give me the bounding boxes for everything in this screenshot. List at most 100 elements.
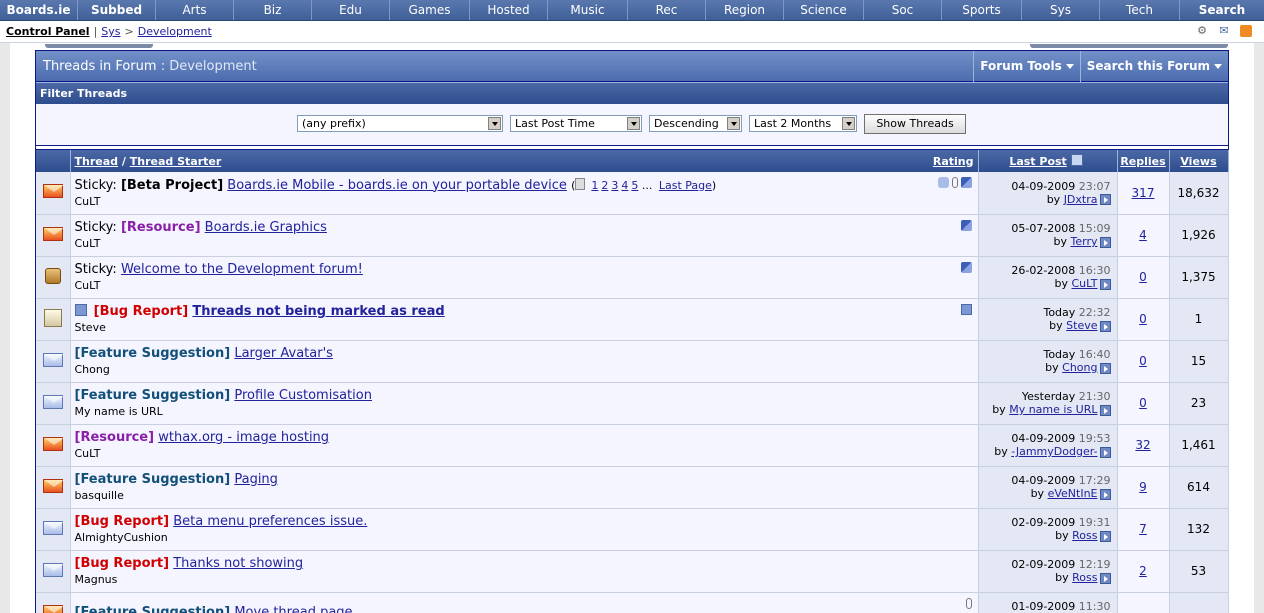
page-link[interactable]: 2: [601, 179, 608, 192]
last-poster-link[interactable]: Ross: [1072, 571, 1097, 584]
breadcrumb-sys-link[interactable]: Sys: [101, 25, 120, 38]
last-poster-link[interactable]: CuLT: [1072, 277, 1098, 290]
go-to-last-post-icon[interactable]: [1099, 530, 1111, 542]
breadcrumb-development-link[interactable]: Development: [138, 25, 212, 38]
thread-title-link[interactable]: Boards.ie Mobile - boards.ie on your por…: [227, 178, 567, 193]
last-poster-link[interactable]: Terry: [1071, 235, 1098, 248]
thread-title-link[interactable]: Move thread page: [234, 605, 352, 613]
replies-link[interactable]: 317: [1132, 186, 1155, 200]
nav-item-boards-ie[interactable]: Boards.ie: [0, 0, 78, 20]
go-to-last-post-icon[interactable]: [1099, 320, 1111, 332]
thread-title-link[interactable]: Boards.ie Graphics: [205, 220, 327, 235]
go-to-last-post-icon[interactable]: [1099, 236, 1111, 248]
replies-link[interactable]: 0: [1139, 396, 1147, 410]
replies-link[interactable]: 0: [1139, 312, 1147, 326]
sort-by-rating-link[interactable]: Rating: [933, 155, 974, 168]
nav-item-biz[interactable]: Biz: [234, 0, 312, 20]
checkbox-icon[interactable]: [74, 304, 87, 316]
nav-item-search[interactable]: Search: [1180, 0, 1264, 20]
last-poster-link[interactable]: Steve: [1066, 319, 1097, 332]
last-poster-link[interactable]: Chong: [1062, 361, 1097, 374]
thread-status-cell: [36, 172, 71, 215]
thread-title-cell: [Feature Suggestion] Larger Avatar's Cho…: [70, 340, 979, 383]
page-link[interactable]: 4: [621, 179, 628, 192]
thread-title-link[interactable]: Threads not being marked as read: [192, 304, 444, 319]
nav-item-arts[interactable]: Arts: [156, 0, 234, 20]
last-post-datetime: 04-09-2009 23:07: [979, 180, 1110, 193]
replies-link[interactable]: 32: [1135, 438, 1150, 452]
rss-icon[interactable]: [1240, 25, 1252, 37]
nav-item-science[interactable]: Science: [784, 0, 864, 20]
nav-item-rec[interactable]: Rec: [628, 0, 706, 20]
sort-by-last-post-link[interactable]: Last Post: [1009, 155, 1067, 168]
sort-by-starter-link[interactable]: Thread Starter: [130, 155, 222, 168]
control-panel-link[interactable]: Control Panel: [6, 25, 90, 38]
last-post-by: by CuLT: [979, 277, 1111, 290]
page-title: Threads in Forum : Development: [36, 59, 973, 74]
range-select[interactable]: Last 2 Months: [749, 115, 857, 132]
go-to-last-post-icon[interactable]: [1099, 278, 1111, 290]
sort-by-views-link[interactable]: Views: [1180, 155, 1216, 168]
go-to-last-post-icon[interactable]: [1099, 362, 1111, 374]
go-to-last-post-icon[interactable]: [1099, 404, 1111, 416]
sort-select[interactable]: Last Post Time: [510, 115, 642, 132]
nav-item-music[interactable]: Music: [548, 0, 628, 20]
thread-badges: [965, 597, 972, 609]
page-link[interactable]: 1: [591, 179, 598, 192]
last-page-link[interactable]: Last Page: [659, 179, 712, 192]
nav-item-edu[interactable]: Edu: [312, 0, 390, 20]
page-link[interactable]: 3: [611, 179, 618, 192]
thread-title-link[interactable]: Larger Avatar's: [234, 346, 333, 361]
checkbox-icon: [960, 303, 972, 315]
show-threads-button[interactable]: Show Threads: [864, 114, 966, 134]
nav-item-soc[interactable]: Soc: [864, 0, 942, 20]
last-post-cell: Today 16:40 by Chong: [978, 340, 1118, 383]
thread-title-link[interactable]: wthax.org - image hosting: [158, 430, 329, 445]
thread-starter: Steve: [74, 321, 106, 334]
gear-icon[interactable]: ⚙: [1196, 25, 1208, 37]
sort-by-thread-link[interactable]: Thread: [75, 155, 119, 168]
nav-item-subbed[interactable]: Subbed: [78, 0, 156, 20]
views-cell: 614: [1169, 466, 1229, 509]
search-forum-menu[interactable]: Search this Forum: [1079, 50, 1228, 82]
nav-item-sys[interactable]: Sys: [1022, 0, 1100, 20]
prefix-select[interactable]: (any prefix): [297, 115, 503, 132]
last-poster-link[interactable]: JDxtra: [1064, 193, 1098, 206]
nav-item-hosted[interactable]: Hosted: [470, 0, 548, 20]
sort-by-replies-link[interactable]: Replies: [1120, 155, 1165, 168]
go-to-last-post-icon[interactable]: [1099, 446, 1111, 458]
thread-title-link[interactable]: Profile Customisation: [234, 388, 372, 403]
chevron-down-icon: [627, 117, 640, 130]
go-to-last-post-icon[interactable]: [1099, 488, 1111, 500]
thread-prefix: [Bug Report]: [74, 514, 170, 529]
replies-link[interactable]: 9: [1139, 480, 1147, 494]
nav-item-games[interactable]: Games: [390, 0, 470, 20]
thread-title-line: Sticky: [Resource] Boards.ie Graphics: [75, 220, 978, 235]
nav-item-tech[interactable]: Tech: [1100, 0, 1180, 20]
last-poster-link[interactable]: My name is URL: [1009, 403, 1097, 416]
nav-item-region[interactable]: Region: [706, 0, 784, 20]
replies-link[interactable]: 4: [1139, 228, 1147, 242]
thread-title-link[interactable]: Paging: [234, 472, 278, 487]
last-poster-link[interactable]: eVeNtInE: [1048, 487, 1098, 500]
go-to-last-post-icon[interactable]: [1099, 572, 1111, 584]
page-link[interactable]: 5: [631, 179, 638, 192]
last-post-datetime: 04-09-2009 17:29: [979, 474, 1110, 487]
thread-title-link[interactable]: Thanks not showing: [173, 556, 303, 571]
replies-link[interactable]: 7: [1139, 522, 1147, 536]
nav-item-sports[interactable]: Sports: [942, 0, 1022, 20]
thread-title-link[interactable]: Beta menu preferences issue.: [173, 514, 367, 529]
views-cell: 23: [1169, 382, 1229, 425]
mail-icon[interactable]: ✉: [1218, 25, 1230, 37]
replies-link[interactable]: 2: [1139, 564, 1147, 578]
last-poster-link[interactable]: -JammyDodger-: [1011, 445, 1097, 458]
order-select[interactable]: Descending: [649, 115, 742, 132]
replies-link[interactable]: 0: [1139, 270, 1147, 284]
replies-link[interactable]: 0: [1139, 354, 1147, 368]
last-poster-link[interactable]: Ross: [1072, 529, 1097, 542]
last-post-cell: 02-09-2009 12:19 by Ross: [978, 550, 1118, 593]
table-row: [Feature Suggestion] Profile Customisati…: [36, 382, 1229, 425]
forum-tools-menu[interactable]: Forum Tools: [973, 50, 1079, 82]
go-to-last-post-icon[interactable]: [1099, 194, 1111, 206]
thread-title-link[interactable]: Welcome to the Development forum!: [121, 262, 363, 277]
